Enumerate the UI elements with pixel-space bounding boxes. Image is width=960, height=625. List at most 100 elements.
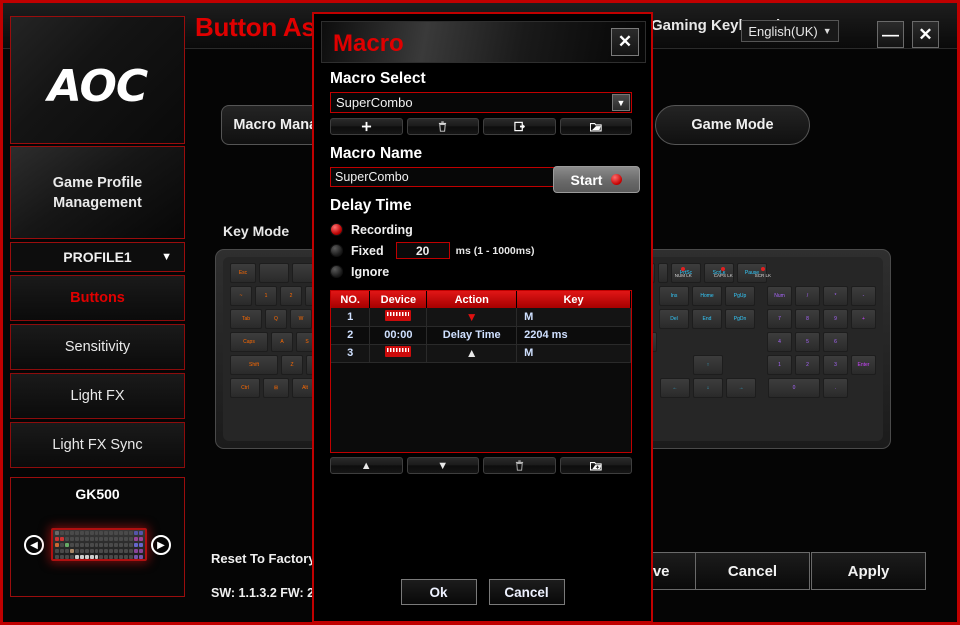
macro-name-label: Macro Name <box>330 145 423 162</box>
thumbnail-key-row <box>53 554 145 559</box>
trash-icon <box>439 121 447 132</box>
led-label: SCR LK <box>754 273 771 278</box>
table-header-row: NO. Device Action Key <box>331 291 631 308</box>
add-macro-button[interactable] <box>330 118 403 135</box>
table-row[interactable]: 1 ▼ M <box>331 308 631 327</box>
device-model-label: GK500 <box>75 486 120 502</box>
radio-icon[interactable] <box>330 265 343 278</box>
column-header-action: Action <box>426 291 518 308</box>
cell-action: ▲ <box>426 344 518 363</box>
scroll-lock-indicator: SCR LK <box>755 267 771 278</box>
keyboard-icon <box>385 346 412 357</box>
device-thumbnail <box>51 528 147 561</box>
firmware-version-label: SW: 1.1.3.2 FW: 2.0 <box>211 586 325 600</box>
delete-macro-button[interactable] <box>406 118 479 135</box>
trash-icon <box>515 460 523 471</box>
sidebar-item-sensitivity[interactable]: Sensitivity <box>10 324 185 370</box>
macro-steps-toolbar: ▲ ▼ <box>330 457 632 474</box>
delay-option-fixed[interactable]: Fixed 20 ms (1 - 1000ms) <box>330 240 651 261</box>
record-led-icon <box>611 174 623 185</box>
macro-dialog: Macro ✕ Macro Select SuperCombo ▼ Macro … <box>312 12 653 623</box>
macro-select-label: Macro Select <box>330 70 426 87</box>
profile-value: PROFILE1 <box>63 249 132 265</box>
table-row[interactable]: 2 00:00 Delay Time 2204 ms <box>331 326 631 345</box>
led-label: NUM LK <box>674 273 692 278</box>
plus-icon <box>361 121 371 132</box>
macro-cancel-button[interactable]: Cancel <box>488 579 565 605</box>
table-row[interactable]: 3 ▲ M <box>331 344 631 363</box>
ok-button[interactable]: Ok <box>400 579 477 605</box>
delay-option-label: Recording <box>351 222 413 237</box>
macro-select-value: SuperCombo <box>336 95 413 110</box>
cell-no: 1 <box>331 308 371 327</box>
game-profile-management-header[interactable]: Game Profile Management <box>10 146 185 239</box>
chevron-down-icon[interactable]: ▼ <box>612 94 630 111</box>
macro-dialog-body: Macro Select SuperCombo ▼ Macro Name Sup… <box>314 70 651 474</box>
import-macro-button[interactable] <box>483 118 556 135</box>
sidebar-item-light-fx[interactable]: Light FX <box>10 373 185 419</box>
language-value: English(UK) <box>748 23 818 39</box>
macro-dialog-title-bar: Macro ✕ <box>321 21 646 63</box>
cancel-button[interactable]: Cancel <box>695 552 810 590</box>
aoc-logo-text: AOC <box>47 61 148 112</box>
apply-button[interactable]: Apply <box>811 552 926 590</box>
sidebar-item-label: Sensitivity <box>64 339 131 355</box>
cell-key: M <box>516 344 631 363</box>
delete-step-button[interactable] <box>483 457 556 474</box>
import-icon <box>514 121 525 132</box>
sidebar-item-label: Light FX Sync <box>52 437 143 453</box>
radio-icon[interactable] <box>330 244 343 257</box>
export-macro-button[interactable] <box>559 118 632 135</box>
start-recording-button[interactable]: Start <box>553 166 640 193</box>
device-selector: GK500 ◀ ▶ <box>10 477 185 597</box>
sidebar: AOC Game Profile Management PROFILE1 ▼ B… <box>10 16 185 616</box>
move-step-down-button[interactable]: ▼ <box>406 457 479 474</box>
macro-dialog-title: Macro <box>333 30 404 57</box>
delay-option-ignore[interactable]: Ignore <box>330 261 651 282</box>
cell-device <box>369 308 428 327</box>
insert-step-button[interactable] <box>559 457 632 474</box>
close-window-button[interactable]: ✕ <box>912 21 939 48</box>
folder-plus-icon <box>589 461 602 470</box>
chevron-down-icon: ▼ <box>161 251 172 263</box>
next-device-button[interactable]: ▶ <box>151 535 171 555</box>
close-icon[interactable]: ✕ <box>611 28 639 56</box>
delay-option-label: Fixed <box>351 243 384 258</box>
macro-select-dropdown[interactable]: SuperCombo ▼ <box>330 92 632 113</box>
arrow-up-icon: ▲ <box>360 459 372 472</box>
led-dot-icon <box>721 267 726 271</box>
led-label: CAPS LK <box>713 273 733 278</box>
profile-dropdown[interactable]: PROFILE1 ▼ <box>10 242 185 272</box>
radio-icon[interactable] <box>330 223 343 236</box>
keyboard-icon <box>385 309 412 321</box>
cell-no: 2 <box>331 326 371 345</box>
num-lock-indicator: NUM LK <box>675 267 692 278</box>
game-profile-management-label: Game Profile Management <box>52 174 143 211</box>
cell-no: 3 <box>331 344 371 363</box>
fixed-delay-hint: ms (1 - 1000ms) <box>455 244 535 257</box>
cell-key: M <box>516 308 631 327</box>
led-dot-icon <box>760 267 765 271</box>
minimize-button[interactable]: — <box>877 21 904 48</box>
folder-icon <box>589 122 602 131</box>
key-up-icon: ▲ <box>465 346 478 360</box>
caps-lock-indicator: CAPS LK <box>714 267 733 278</box>
cell-key: 2204 ms <box>516 326 631 345</box>
previous-device-button[interactable]: ◀ <box>24 535 44 555</box>
macro-dialog-footer: Ok Cancel <box>314 579 651 605</box>
column-header-no: NO. <box>331 291 371 308</box>
language-select[interactable]: English(UK) ▼ <box>741 20 839 42</box>
key-down-icon: ▼ <box>465 309 478 324</box>
fixed-delay-input[interactable]: 20 <box>395 242 450 259</box>
start-button-label: Start <box>570 171 603 188</box>
cell-device <box>369 344 428 363</box>
sidebar-item-light-fx-sync[interactable]: Light FX Sync <box>10 422 185 468</box>
column-header-device: Device <box>369 291 428 308</box>
macro-steps-table[interactable]: NO. Device Action Key 1 ▼ M 2 00:00 Dela… <box>330 290 632 453</box>
move-step-up-button[interactable]: ▲ <box>330 457 403 474</box>
delay-option-recording[interactable]: Recording <box>330 219 651 240</box>
macro-select-toolbar <box>330 118 632 135</box>
sidebar-item-buttons[interactable]: Buttons <box>10 275 185 321</box>
delay-time-label: Delay Time <box>330 197 412 214</box>
game-mode-button[interactable]: Game Mode <box>655 105 810 145</box>
